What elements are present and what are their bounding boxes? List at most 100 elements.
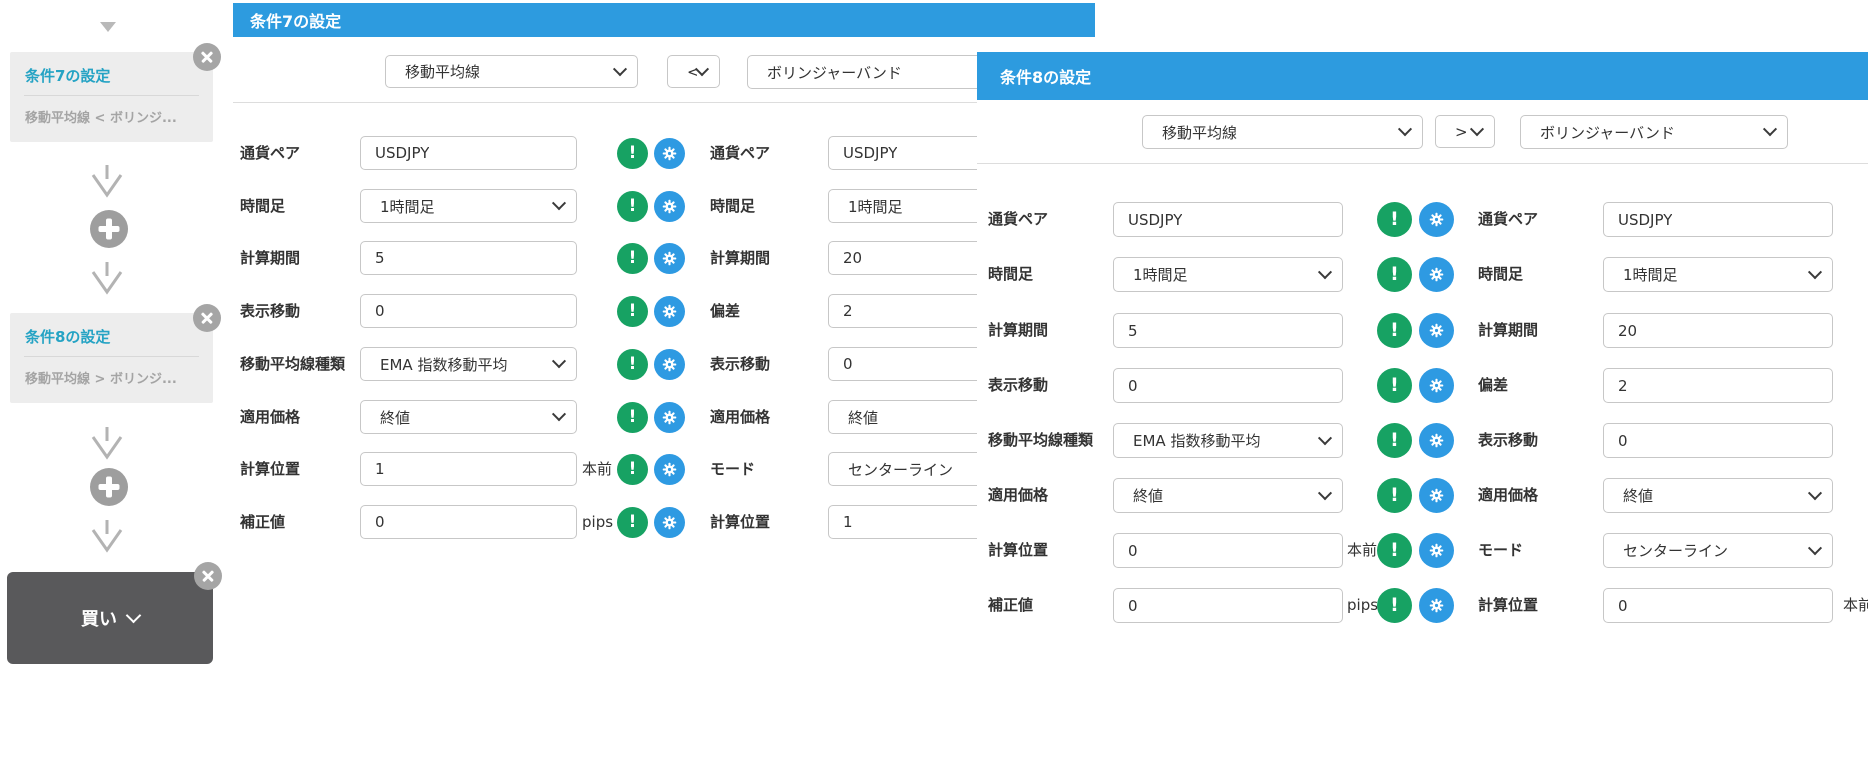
condition-7-close-button[interactable] (193, 43, 221, 71)
settings-icon-button[interactable] (654, 349, 685, 380)
alert-icon-button[interactable]: ! (1377, 313, 1412, 348)
condition-7-card[interactable]: 条件7の設定 移動平均線 < ボリンジ... (10, 52, 213, 142)
add-condition-button[interactable] (90, 210, 128, 248)
settings-icon-button[interactable] (1419, 257, 1454, 292)
field-value: 1時間足 (848, 197, 903, 216)
chevron-down-icon (1469, 121, 1485, 136)
field-label: 通貨ペア (710, 144, 771, 162)
field-input[interactable]: USDJPY (1113, 202, 1343, 237)
settings-icon-button[interactable] (654, 191, 685, 222)
field-select[interactable]: 終値 (1603, 478, 1833, 513)
alert-icon-button[interactable]: ! (1377, 478, 1412, 513)
settings-icon-button[interactable] (1419, 588, 1454, 623)
alert-icon-button[interactable]: ! (617, 349, 648, 380)
buy-action-button[interactable]: 買い (7, 572, 213, 664)
settings-icon-button[interactable] (654, 402, 685, 433)
field-input[interactable]: USDJPY (360, 136, 577, 170)
field-value: 20 (843, 249, 863, 267)
arrow-down-icon (91, 520, 123, 553)
settings-icon-button[interactable] (1419, 202, 1454, 237)
alert-icon-button[interactable]: ! (1377, 588, 1412, 623)
condition-8-card[interactable]: 条件8の設定 移動平均線 > ボリンジ... (10, 313, 213, 403)
alert-icon-button[interactable]: ! (1377, 533, 1412, 568)
panel-title-bar: 条件7の設定 (233, 3, 1095, 37)
field-select[interactable]: EMA 指数移動平均 (1113, 423, 1343, 458)
field-value: 2 (843, 302, 853, 320)
field-select[interactable]: 1時間足 (1113, 257, 1343, 292)
add-condition-button[interactable] (90, 468, 128, 506)
field-input[interactable]: 5 (360, 241, 577, 275)
gear-icon (1429, 433, 1444, 448)
field-input[interactable]: 1 (360, 452, 577, 486)
comparator-select[interactable]: > (1435, 115, 1495, 148)
field-label: 偏差 (710, 302, 741, 320)
field-input[interactable]: 2 (1603, 368, 1833, 403)
field-value: 1 (375, 460, 385, 478)
gear-icon (662, 357, 677, 372)
gear-icon (1429, 598, 1444, 613)
field-input[interactable]: 0 (1113, 368, 1343, 403)
arrow-down-icon (91, 165, 123, 198)
field-label: 通貨ペア (988, 210, 1049, 228)
field-label: 表示移動 (988, 376, 1049, 394)
alert-icon-button[interactable]: ! (617, 243, 648, 274)
alert-icon-button[interactable]: ! (1377, 202, 1412, 237)
field-label: 時間足 (710, 197, 756, 215)
field-select[interactable]: 終値 (1113, 478, 1343, 513)
field-value: 20 (1618, 321, 1638, 340)
alert-icon-button[interactable]: ! (617, 191, 648, 222)
indicator-right-select[interactable]: ボリンジャーバンド (1520, 115, 1788, 149)
indicator-left-select[interactable]: 移動平均線 (385, 55, 638, 88)
settings-icon-button[interactable] (654, 507, 685, 538)
alert-icon-button[interactable]: ! (617, 507, 648, 538)
field-input[interactable]: USDJPY (1603, 202, 1833, 237)
indicator-right-select-value: ボリンジャーバンド (1540, 123, 1675, 142)
alert-icon-button[interactable]: ! (1377, 368, 1412, 403)
settings-icon-button[interactable] (654, 296, 685, 327)
field-value: 終値 (380, 408, 411, 427)
settings-icon-button[interactable] (1419, 368, 1454, 403)
field-input[interactable]: 0 (1603, 588, 1833, 623)
field-label: 通貨ペア (240, 144, 301, 162)
field-select[interactable]: 終値 (360, 400, 577, 434)
buy-action-close-button[interactable] (194, 562, 222, 590)
field-value: 1時間足 (380, 197, 435, 216)
field-select[interactable]: 1時間足 (360, 189, 577, 223)
indicator-right-select[interactable]: ボリンジャーバンド (747, 55, 1013, 89)
settings-icon-button[interactable] (1419, 478, 1454, 513)
field-unit-label: 本前 (1843, 596, 1868, 614)
settings-icon-button[interactable] (654, 243, 685, 274)
field-input[interactable]: 0 (360, 505, 577, 539)
field-value: 1 (843, 513, 853, 531)
comparator-select-value: < (687, 63, 697, 81)
field-input[interactable]: 0 (1113, 533, 1343, 568)
alert-icon-button[interactable]: ! (617, 138, 648, 169)
alert-icon-button[interactable]: ! (1377, 257, 1412, 292)
gear-icon (662, 146, 677, 161)
alert-icon-button[interactable]: ! (617, 454, 648, 485)
alert-icon-button[interactable]: ! (617, 402, 648, 433)
field-label: 適用価格 (710, 408, 771, 426)
settings-icon-button[interactable] (654, 138, 685, 169)
condition-8-close-button[interactable] (193, 304, 221, 332)
field-input[interactable]: 0 (360, 294, 577, 328)
alert-icon-button[interactable]: ! (617, 296, 648, 327)
settings-icon-button[interactable] (654, 454, 685, 485)
field-input[interactable]: 0 (1603, 423, 1833, 458)
settings-icon-button[interactable] (1419, 423, 1454, 458)
comparator-select[interactable]: < (667, 55, 720, 88)
settings-icon-button[interactable] (1419, 313, 1454, 348)
alert-icon-button[interactable]: ! (1377, 423, 1412, 458)
field-value: 終値 (1623, 487, 1654, 505)
gear-icon (662, 410, 677, 425)
field-select[interactable]: 1時間足 (1603, 257, 1833, 292)
gear-icon (662, 515, 677, 530)
field-input[interactable]: 0 (1113, 588, 1343, 623)
section-divider (977, 163, 1868, 164)
field-input[interactable]: 5 (1113, 313, 1343, 348)
settings-icon-button[interactable] (1419, 533, 1454, 568)
field-input[interactable]: 20 (1603, 313, 1833, 348)
field-select[interactable]: EMA 指数移動平均 (360, 347, 577, 381)
field-select[interactable]: センターライン (1603, 533, 1833, 568)
indicator-left-select[interactable]: 移動平均線 (1142, 115, 1423, 149)
